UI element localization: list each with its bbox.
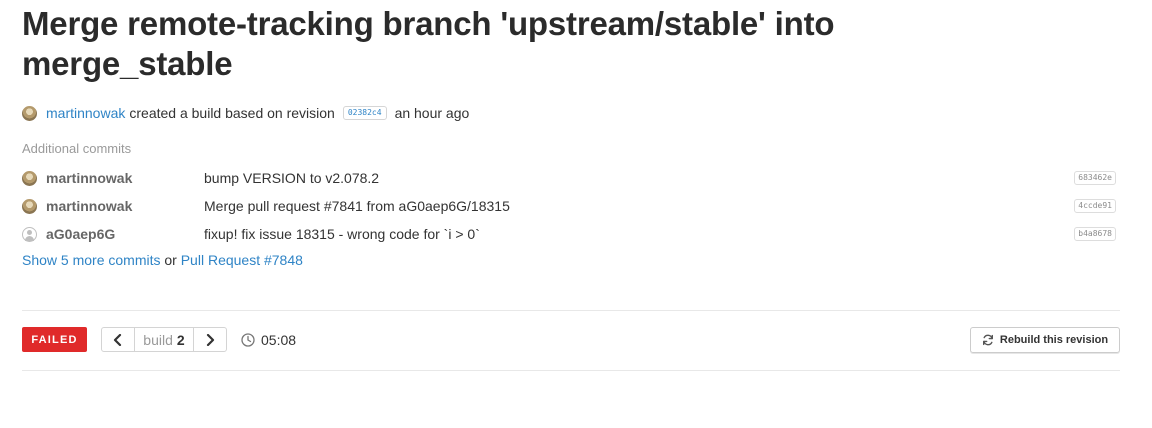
commit-author[interactable]: aG0aep6G (46, 226, 204, 242)
created-text: created a build based on revision (129, 105, 335, 121)
additional-commits-label: Additional commits (22, 141, 132, 156)
build-meta: martinnowak created a build based on rev… (22, 103, 469, 123)
duration-value: 05:08 (261, 332, 297, 348)
commit-row: martinnowak bump VERSION to v2.078.2 683… (22, 168, 1116, 188)
build-number: 2 (176, 331, 185, 348)
commit-sha[interactable]: b4a8678 (1074, 227, 1116, 241)
commit-message: bump VERSION to v2.078.2 (204, 170, 380, 186)
page-title: Merge remote-tracking branch 'upstream/s… (22, 5, 835, 82)
commit-row: martinnowak Merge pull request #7841 fro… (22, 196, 1116, 216)
build-word: build (143, 331, 173, 348)
commit-author[interactable]: martinnowak (46, 198, 204, 214)
chevron-right-icon (206, 333, 215, 346)
creator-link[interactable]: martinnowak (46, 105, 125, 121)
build-navigator: build 2 (101, 327, 227, 352)
commit-message: Merge pull request #7841 from aG0aep6G/1… (204, 198, 510, 214)
revision-sha[interactable]: 02382c4 (342, 106, 387, 120)
status-badge: FAILED (22, 327, 87, 352)
refresh-icon (982, 334, 993, 346)
build-duration: 05:08 (241, 330, 296, 350)
divider (22, 370, 1120, 371)
rebuild-button[interactable]: Rebuild this revision (970, 327, 1120, 353)
commit-sha[interactable]: 4ccde91 (1074, 199, 1116, 213)
show-more-commits-link[interactable]: Show 5 more commits (22, 252, 160, 268)
clock-icon (241, 333, 255, 347)
default-user-icon (22, 226, 37, 242)
commit-author-avatar (22, 198, 37, 214)
time-ago: an hour ago (394, 105, 470, 121)
previous-build-button[interactable] (102, 328, 134, 351)
more-commits-row: Show 5 more commits or Pull Request #784… (22, 252, 303, 268)
commit-author-avatar (22, 170, 37, 186)
next-build-button[interactable] (194, 328, 226, 351)
rebuild-label: Rebuild this revision (999, 334, 1109, 346)
divider (22, 310, 1120, 311)
commit-author[interactable]: martinnowak (46, 170, 204, 186)
commit-sha[interactable]: 683462e (1074, 171, 1116, 185)
chevron-left-icon (113, 333, 122, 346)
or-text: or (164, 252, 181, 268)
commit-row: aG0aep6G fixup! fix issue 18315 - wrong … (22, 224, 1116, 244)
commit-message: fixup! fix issue 18315 - wrong code for … (204, 226, 480, 242)
creator-avatar (22, 105, 37, 121)
build-number-label: build 2 (134, 328, 194, 351)
pull-request-link[interactable]: Pull Request #7848 (181, 252, 303, 268)
